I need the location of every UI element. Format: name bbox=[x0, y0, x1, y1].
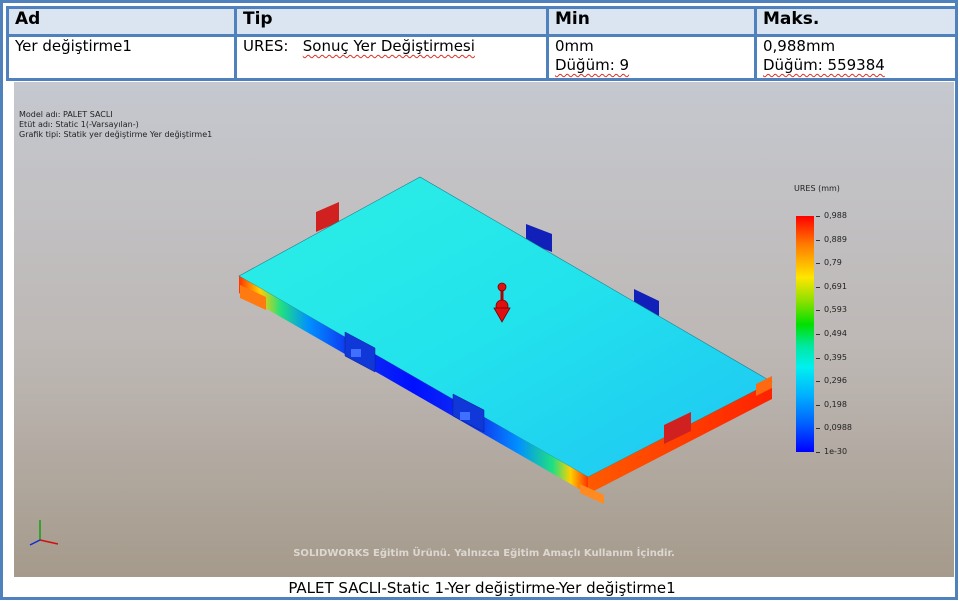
cell-type: URES: Sonuç Yer Değiştirmesi bbox=[234, 34, 549, 81]
color-legend: URES (mm) 0,988 0,889 0,79 0,691 0,593 0,494 0… bbox=[784, 182, 864, 462]
legend-label: 0,988 bbox=[824, 211, 847, 220]
legend-label: 0,494 bbox=[824, 329, 847, 338]
legend-tick bbox=[816, 263, 820, 265]
result-type-prefix: URES: bbox=[243, 37, 289, 55]
legend-label: 0,79 bbox=[824, 258, 842, 268]
report-frame: Ad Tip Min Maks. Yer değiştirme1 URES: S… bbox=[0, 0, 958, 600]
legend-label: 0,593 bbox=[824, 305, 847, 315]
result-type-description: Sonuç Yer Değiştirmesi bbox=[302, 37, 475, 55]
legend-label: 0,296 bbox=[824, 376, 847, 386]
legend-tick bbox=[816, 310, 820, 312]
legend-tick bbox=[816, 216, 820, 217]
legend-label: 0,395 bbox=[824, 352, 847, 362]
header-type: Tip bbox=[234, 6, 549, 37]
legend-tick bbox=[816, 428, 820, 430]
legend-label: 0,0988 bbox=[824, 423, 852, 433]
legend-tick bbox=[816, 381, 820, 383]
legend-label: 1e-30 bbox=[824, 447, 848, 456]
results-table: Ad Tip Min Maks. Yer değiştirme1 URES: S… bbox=[6, 6, 958, 81]
legend-tick bbox=[816, 239, 820, 241]
cell-max: 0,988mm Düğüm: 559384 bbox=[754, 34, 958, 81]
legend-color-bar bbox=[796, 216, 814, 452]
table-header-row: Ad Tip Min Maks. bbox=[6, 6, 958, 37]
legend-label: 0,889 bbox=[824, 234, 847, 244]
header-max: Maks. bbox=[754, 6, 958, 37]
plot-caption: PALET SACLI-Static 1-Yer değiştirme-Yer … bbox=[288, 579, 676, 597]
legend-tick bbox=[816, 452, 820, 453]
triad-x-axis bbox=[39, 539, 59, 545]
legend-tick bbox=[816, 286, 820, 288]
legend-title: URES (mm) bbox=[794, 184, 840, 193]
axis-triad bbox=[29, 520, 59, 546]
legend-tick bbox=[816, 357, 820, 359]
result-name: Yer değiştirme1 bbox=[15, 37, 132, 55]
simulation-viewport[interactable]: Model adı: PALET SACLI Etüt adı: Static … bbox=[14, 82, 954, 577]
cell-min: 0mm Düğüm: 9 bbox=[546, 34, 757, 81]
cell-name: Yer değiştirme1 bbox=[6, 34, 237, 81]
legend-tick bbox=[816, 404, 820, 406]
legend-ticks bbox=[816, 216, 822, 453]
legend-label: 0,198 bbox=[824, 399, 847, 409]
max-value: 0,988mm bbox=[763, 37, 836, 55]
header-name: Ad bbox=[6, 6, 237, 37]
min-value: 0mm bbox=[555, 37, 594, 55]
header-min: Min bbox=[546, 6, 757, 37]
triad-z-axis bbox=[29, 539, 41, 546]
table-row: Yer değiştirme1 URES: Sonuç Yer Değiştir… bbox=[6, 34, 958, 81]
legend-label: 0,691 bbox=[824, 281, 847, 291]
watermark: SOLIDWORKS Eğitim Ürünü. Yalnızca Eğitim… bbox=[293, 548, 675, 559]
legend-tick bbox=[816, 334, 820, 335]
support-hole-1 bbox=[351, 349, 361, 357]
support-hole-2 bbox=[460, 412, 470, 420]
min-node: Düğüm: 9 bbox=[555, 56, 630, 74]
max-node: Düğüm: 559384 bbox=[763, 56, 885, 74]
